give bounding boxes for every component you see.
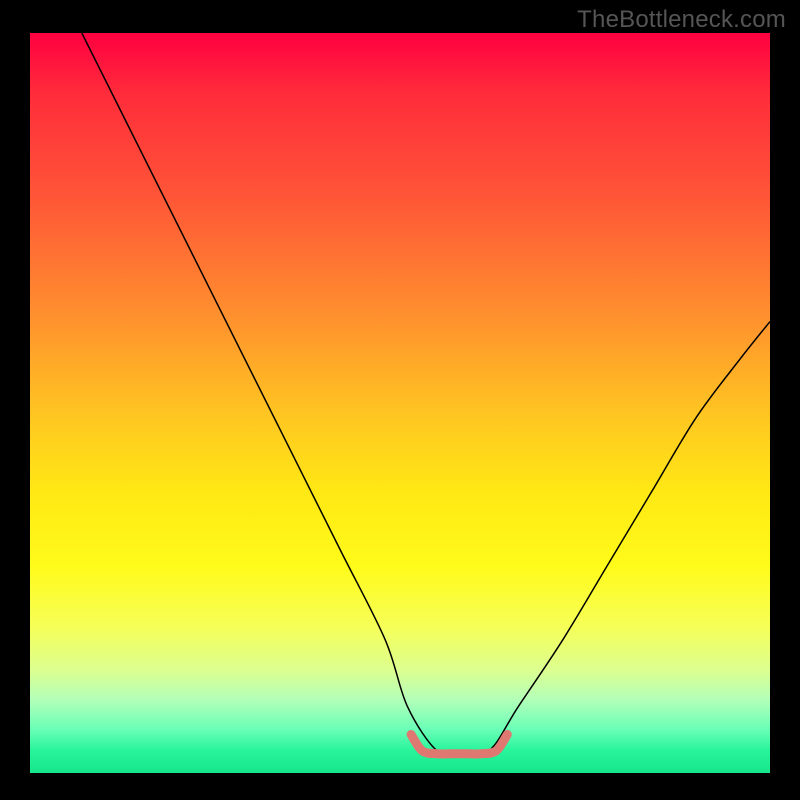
chart-frame: TheBottleneck.com xyxy=(0,0,800,800)
series-v-curve xyxy=(82,33,770,754)
plot-area xyxy=(30,33,770,773)
curve-layer xyxy=(30,33,770,773)
series-group xyxy=(82,33,770,754)
watermark-text: TheBottleneck.com xyxy=(577,6,786,34)
